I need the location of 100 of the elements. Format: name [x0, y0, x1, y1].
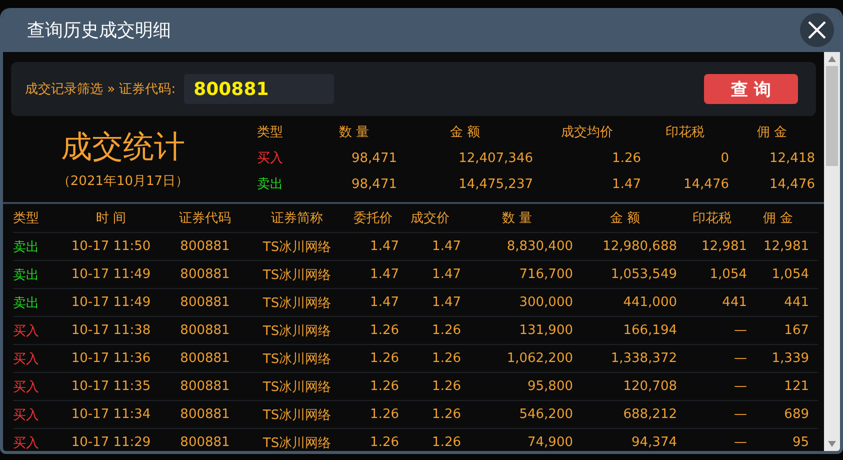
- table-cell-text: 10-17 11:29: [70, 435, 152, 450]
- code-field[interactable]: 800881: [184, 74, 334, 104]
- table-cell-text: 买入: [13, 378, 40, 396]
- table-cell-text: 1.26: [369, 351, 399, 366]
- table-cell-text: 1.47: [369, 267, 399, 282]
- table-cell-text: 716,700: [518, 267, 573, 282]
- column-header: 成交均价: [560, 124, 614, 142]
- table-cell-text: 121: [783, 379, 809, 394]
- table-cell-text: 10-17 11:35: [70, 379, 152, 394]
- column-header: 数 量: [500, 210, 534, 227]
- table-cell-text: —: [733, 407, 747, 422]
- table-cell-text: 800881: [179, 435, 231, 450]
- table-cell-text: 1.47: [431, 239, 461, 254]
- table-cell-text: 10-17 11:38: [70, 323, 152, 338]
- table-cell-text: 98,471: [350, 176, 397, 194]
- table-cell-text: 688,212: [622, 407, 677, 422]
- query-button[interactable]: 查 询: [704, 74, 798, 104]
- table-cell-text: 10-17 11:49: [70, 267, 152, 282]
- table-cell-text: 74,900: [526, 435, 573, 450]
- table-cell-text: 441: [721, 295, 747, 310]
- table-cell-text: 300,000: [518, 295, 573, 310]
- table-cell-text: 14,476: [768, 176, 815, 194]
- summary-title: 成交统计: [61, 128, 185, 167]
- down-arrow-icon[interactable]: [828, 441, 836, 447]
- table-cell-text: 12,981: [700, 239, 747, 254]
- table-cell-text: —: [733, 379, 747, 394]
- column-header: 数 量: [338, 124, 370, 142]
- table-cell-text: 1.26: [369, 435, 399, 450]
- table-cell-text: 1,054: [770, 267, 809, 282]
- column-header: 佣 金: [756, 124, 788, 142]
- table-cell-text: 800881: [179, 351, 231, 366]
- summary-date: （2021年10月17日）: [57, 173, 189, 190]
- table-cell-text: 12,418: [768, 150, 815, 168]
- table-cell-text: 买入: [257, 150, 284, 168]
- table-cell-text: 1,338,372: [610, 351, 677, 366]
- table-cell-text: 买入: [13, 434, 40, 451]
- table-cell-text: 1.26: [431, 323, 461, 338]
- table-cell-text: 14,475,237: [458, 176, 533, 194]
- table-cell-text: —: [733, 323, 747, 338]
- table-cell-text: TS冰川网络: [262, 434, 332, 451]
- table-cell-text: 10-17 11:36: [70, 351, 152, 366]
- column-header: 成交价: [410, 210, 450, 227]
- table-cell-text: 546,200: [518, 407, 573, 422]
- table-cell-text: 买入: [13, 406, 40, 424]
- table-cell-text: —: [733, 351, 747, 366]
- table-cell-text: TS冰川网络: [262, 350, 332, 368]
- table-cell-text: 1.47: [369, 239, 399, 254]
- table-cell-text: TS冰川网络: [262, 238, 332, 256]
- close-icon: [808, 21, 826, 39]
- column-header: 证券简称: [270, 210, 324, 227]
- table-cell-text: 卖出: [13, 294, 40, 312]
- table-cell-text: 441: [783, 295, 809, 310]
- table-cell-text: 卖出: [13, 266, 40, 284]
- table-cell-text: 1.47: [431, 295, 461, 310]
- scrollbar-thumb[interactable]: [826, 66, 838, 166]
- column-header: 时 间: [94, 210, 128, 227]
- table-cell-text: 1.26: [611, 150, 641, 168]
- up-arrow-icon[interactable]: [828, 56, 836, 62]
- table-cell-text: 10-17 11:49: [70, 295, 152, 310]
- table-cell-text: 10-17 11:50: [70, 239, 152, 254]
- column-header: 金 额: [448, 124, 482, 142]
- table-cell-text: 12,980,688: [602, 239, 677, 254]
- table-cell-text: 8,830,400: [506, 239, 573, 254]
- filter-label: 成交记录筛选 » 证券代码:: [25, 81, 176, 98]
- column-header: 委托价: [352, 210, 394, 227]
- table-cell-text: 800881: [179, 407, 231, 422]
- table-cell-text: 卖出: [257, 176, 284, 194]
- table-cell-text: 167: [783, 323, 809, 338]
- table-cell-text: 14,476: [682, 176, 729, 194]
- table-cell-text: 95,800: [526, 379, 573, 394]
- table-cell-text: 买入: [13, 322, 40, 340]
- table-cell-text: 1.26: [369, 407, 399, 422]
- window-title: 查询历史成交明细: [27, 19, 172, 42]
- close-button[interactable]: [800, 13, 834, 47]
- table-cell-text: 1.47: [611, 176, 641, 194]
- table-cell-text: 1.26: [431, 351, 461, 366]
- table-cell-text: 12,981: [762, 239, 809, 254]
- table-cell-text: 800881: [179, 295, 231, 310]
- table-cell-text: 1,054: [708, 267, 747, 282]
- column-header: 金 额: [608, 210, 642, 227]
- table-cell-text: 0: [720, 150, 729, 168]
- scrollbar[interactable]: [824, 52, 840, 451]
- column-header: 类型: [13, 210, 40, 227]
- table-cell-text: 1.47: [369, 295, 399, 310]
- table-cell-text: 131,900: [518, 323, 573, 338]
- table-cell-text: 800881: [179, 323, 231, 338]
- column-header: 印花税: [664, 124, 706, 142]
- table-cell-text: 1,339: [770, 351, 809, 366]
- table-cell-text: 1.26: [431, 379, 461, 394]
- table-cell-text: 卖出: [13, 238, 40, 256]
- table-cell-text: —: [733, 435, 747, 450]
- table-cell-text: 买入: [13, 350, 40, 368]
- table-cell-text: 94,374: [630, 435, 677, 450]
- table-cell-text: 95: [791, 435, 809, 450]
- table-cell-text: 120,708: [622, 379, 677, 394]
- table-cell-text: 12,407,346: [458, 150, 533, 168]
- table-cell-text: TS冰川网络: [262, 294, 332, 312]
- table-cell-text: 1,053,549: [610, 267, 677, 282]
- table-cell-text: 689: [783, 407, 809, 422]
- table-cell-text: 800881: [179, 267, 231, 282]
